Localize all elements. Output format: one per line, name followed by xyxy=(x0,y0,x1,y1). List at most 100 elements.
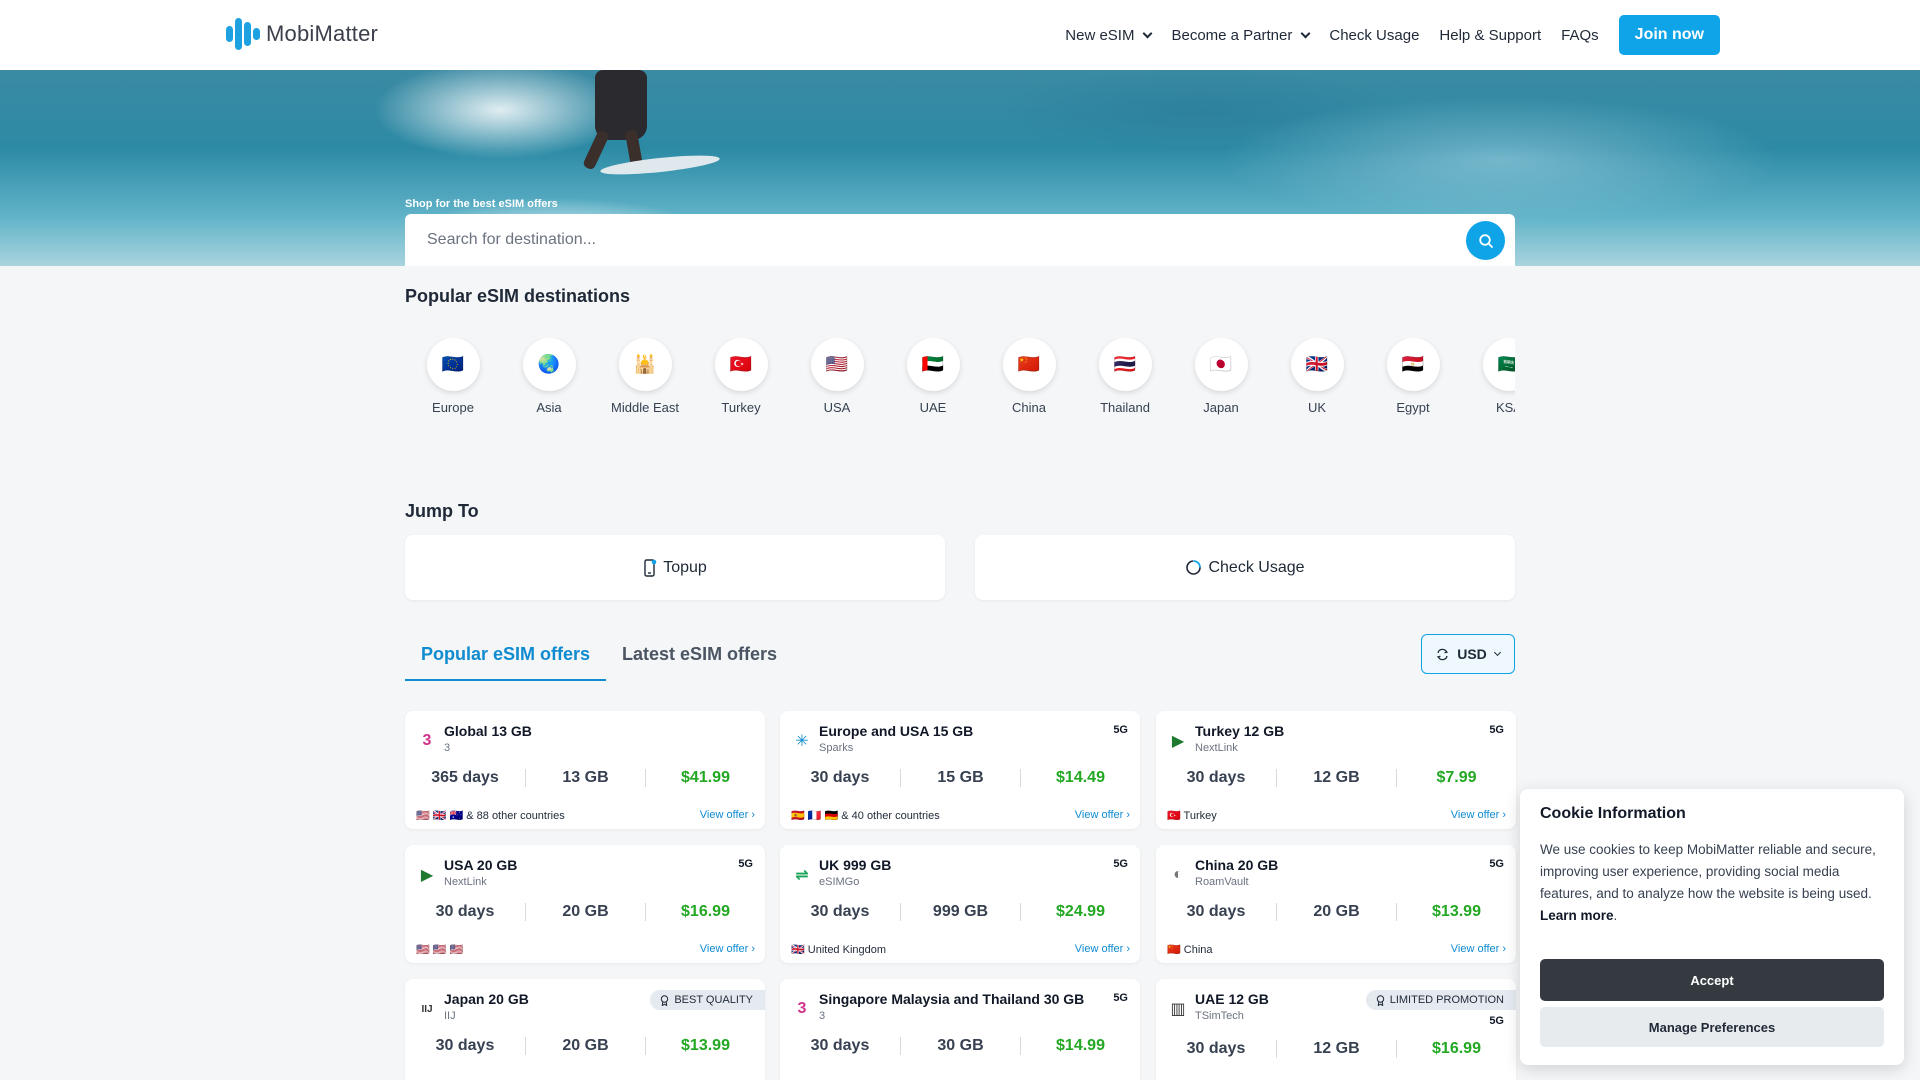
search-box xyxy=(405,214,1515,266)
offer-title: Global 13 GB xyxy=(444,723,532,739)
destination-flag-icon: 🇯🇵 xyxy=(1194,338,1248,391)
offer-validity: 30 days xyxy=(810,903,870,920)
nav-help-support[interactable]: Help & Support xyxy=(1439,27,1541,44)
destination-china[interactable]: 🇨🇳 China xyxy=(981,338,1077,418)
check-usage-button[interactable]: Check Usage xyxy=(975,535,1515,600)
tab-latest-offers[interactable]: Latest eSIM offers xyxy=(606,634,793,681)
offer-card[interactable]: IIJ Japan 20 GB IIJ BEST QUALITY 30 days 20 G… xyxy=(405,979,765,1080)
offer-data-amount: 15 GB xyxy=(900,769,1020,787)
destination-middle-east[interactable]: 🕌 Middle East xyxy=(597,338,693,418)
chevron-down-icon xyxy=(1143,28,1153,38)
offer-price: $16.99 xyxy=(645,903,765,921)
offer-operator: 3 xyxy=(819,1010,826,1022)
offer-card[interactable]: 3 Singapore Malaysia and Thailand 30 GB 3 5… xyxy=(780,979,1140,1080)
logo-icon xyxy=(226,16,260,52)
offer-card[interactable]: ✳ Europe and USA 15 GB Sparks 5G 30 days 15 G… xyxy=(780,711,1140,829)
offer-operator: eSIMGo xyxy=(819,876,860,888)
nav-faqs[interactable]: FAQs xyxy=(1561,27,1599,44)
destination-thailand[interactable]: 🇹🇭 Thailand xyxy=(1077,338,1173,418)
operator-logo-icon: ▶ xyxy=(420,867,434,884)
offer-validity: 30 days xyxy=(810,1037,870,1054)
network-5g-label: 5G xyxy=(1489,1015,1504,1027)
destination-label: Europe xyxy=(432,400,474,415)
search-icon xyxy=(1478,233,1493,248)
destination-search-input[interactable] xyxy=(427,231,1427,249)
offer-operator: IIJ xyxy=(444,1010,456,1022)
nav-new-esim[interactable]: New eSIM xyxy=(1065,27,1153,44)
offer-price: $41.99 xyxy=(645,769,765,787)
offer-validity: 30 days xyxy=(1186,1040,1246,1057)
view-offer-link[interactable]: View offer › xyxy=(1075,809,1130,821)
join-now-button[interactable]: Join now xyxy=(1618,15,1720,55)
cookie-dialog: Cookie Information We use cookies to kee… xyxy=(1520,789,1904,1065)
destination-usa[interactable]: 🇺🇸 USA xyxy=(789,338,885,418)
learn-more-link[interactable]: Learn more xyxy=(1540,908,1614,923)
offer-badge-label: BEST QUALITY xyxy=(674,994,753,1006)
destination-flag-icon: 🇹🇭 xyxy=(1098,338,1152,391)
network-5g-label: 5G xyxy=(1113,992,1128,1004)
view-offer-link[interactable]: View offer › xyxy=(1075,943,1130,955)
offer-operator: NextLink xyxy=(1195,742,1238,754)
offer-title: Europe and USA 15 GB xyxy=(819,723,974,739)
offer-card[interactable]: 3 Global 13 GB 3 365 days 13 GB $41.99 🇺🇸 🇬🇧 🇦… xyxy=(405,711,765,829)
view-offer-link[interactable]: View offer › xyxy=(1451,809,1506,821)
offer-price: $16.99 xyxy=(1396,1040,1516,1058)
offer-stats: 30 days 15 GB $14.49 xyxy=(780,769,1140,787)
destination-flag-icon: 🕌 xyxy=(618,338,672,391)
destination-turkey[interactable]: 🇹🇷 Turkey xyxy=(693,338,789,418)
destination-europe[interactable]: 🇪🇺 Europe xyxy=(405,338,501,418)
logo[interactable]: MobiMatter xyxy=(226,16,378,52)
offer-badge: BEST QUALITY xyxy=(650,990,765,1010)
destination-asia[interactable]: 🌏 Asia xyxy=(501,338,597,418)
hero-label: Shop for the best eSIM offers xyxy=(405,198,558,210)
offer-title: UAE 12 GB xyxy=(1195,991,1269,1007)
manage-preferences-button[interactable]: Manage Preferences xyxy=(1540,1007,1884,1047)
operator-logo-icon: ▶ xyxy=(1171,733,1185,750)
offer-title: Turkey 12 GB xyxy=(1195,723,1285,739)
search-button[interactable] xyxy=(1466,221,1505,260)
nav-become-partner[interactable]: Become a Partner xyxy=(1171,27,1311,44)
nav-check-usage[interactable]: Check Usage xyxy=(1329,27,1419,44)
offer-data-amount: 13 GB xyxy=(525,769,645,787)
offer-title: China 20 GB xyxy=(1195,857,1279,873)
cookie-accept-button[interactable]: Accept xyxy=(1540,959,1884,1001)
currency-value: USD xyxy=(1457,646,1487,662)
offer-data-amount: 12 GB xyxy=(1276,1040,1396,1058)
offer-card[interactable]: ▶ USA 20 GB NextLink 5G 30 days 20 GB $16.99 🇺🇸… xyxy=(405,845,765,963)
destination-ksa[interactable]: 🇸🇦 KSA xyxy=(1461,338,1515,418)
destinations-list: 🇪🇺 Europe 🌏 Asia 🕌 Middle East 🇹🇷 Turkey 🇺🇸 USA 🇦🇪… xyxy=(405,338,1515,418)
offer-validity: 30 days xyxy=(1186,769,1246,786)
logo-text: MobiMatter xyxy=(266,21,379,46)
operator-logo-icon: ⇌ xyxy=(795,867,809,884)
destination-flag-icon: 🇸🇦 xyxy=(1482,338,1515,391)
offer-badge-label: LIMITED PROMOTION xyxy=(1389,994,1504,1006)
offer-stats: 30 days 20 GB $13.99 xyxy=(1156,903,1516,921)
topup-button[interactable]: Topup xyxy=(405,535,945,600)
chevron-down-icon xyxy=(1493,648,1501,657)
network-5g-label: 5G xyxy=(1489,858,1504,870)
destination-egypt[interactable]: 🇪🇬 Egypt xyxy=(1365,338,1461,418)
destinations-title: Popular eSIM destinations xyxy=(405,286,631,306)
offer-price: $13.99 xyxy=(645,1037,765,1055)
offer-countries: 🇺🇸 🇬🇧 🇦🇺 & 88 other countries xyxy=(416,810,565,822)
offer-card[interactable]: ⇌ UK 999 GB eSIMGo 5G 30 days 999 GB $24.99 🇬🇧 … xyxy=(780,845,1140,963)
phone-topup-icon xyxy=(644,558,657,577)
offer-card[interactable]: ▥ UAE 12 GB TSimTech LIMITED PROMOTION 5G 30 … xyxy=(1156,979,1516,1080)
view-offer-link[interactable]: View offer › xyxy=(1451,943,1506,955)
destination-uk[interactable]: 🇬🇧 UK xyxy=(1269,338,1365,418)
network-5g-label: 5G xyxy=(1489,724,1504,736)
view-offer-link[interactable]: View offer › xyxy=(700,809,755,821)
offer-card[interactable]: ▶ Turkey 12 GB NextLink 5G 30 days 12 GB $7.99… xyxy=(1156,711,1516,829)
view-offer-link[interactable]: View offer › xyxy=(700,943,755,955)
offer-operator: TSimTech xyxy=(1195,1010,1244,1022)
tab-popular-offers[interactable]: Popular eSIM offers xyxy=(405,634,607,681)
currency-exchange-icon xyxy=(1437,648,1449,660)
offer-validity: 30 days xyxy=(435,1037,495,1054)
offer-card[interactable]: ◐ China 20 GB RoamVault 5G 30 days 20 GB $13.9… xyxy=(1156,845,1516,963)
currency-select[interactable]: USD xyxy=(1421,634,1515,674)
destination-japan[interactable]: 🇯🇵 Japan xyxy=(1173,338,1269,418)
operator-logo-icon: ▥ xyxy=(1170,1001,1186,1018)
offer-tabs: Popular eSIM offers Latest eSIM offers xyxy=(405,634,793,681)
offer-stats: 30 days 999 GB $24.99 xyxy=(780,903,1140,921)
destination-uae[interactable]: 🇦🇪 UAE xyxy=(885,338,981,418)
